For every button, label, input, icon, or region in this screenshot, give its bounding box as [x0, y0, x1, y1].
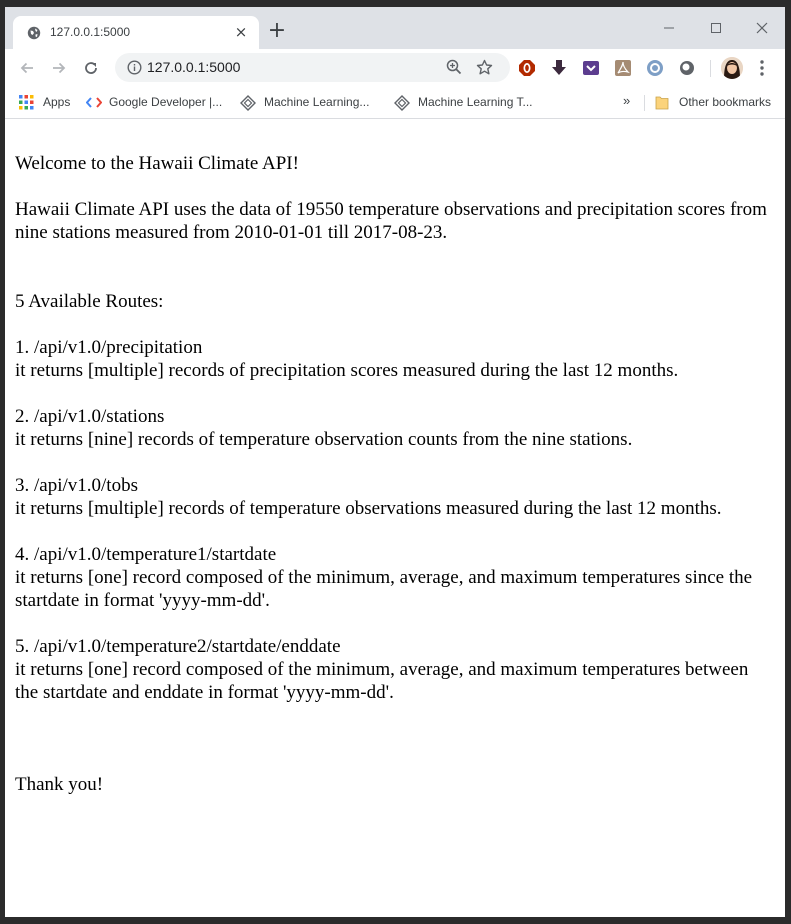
kebab-menu-icon[interactable]: [759, 59, 765, 77]
toolbar-divider: [710, 60, 711, 77]
minimize-button[interactable]: [646, 13, 692, 43]
new-tab-button[interactable]: +: [267, 20, 287, 42]
route-description: it returns [nine] records of temperature…: [15, 429, 633, 450]
profile-avatar[interactable]: [721, 57, 743, 79]
adblock-extension-icon[interactable]: [518, 59, 536, 77]
maximize-icon: [711, 23, 721, 33]
thank-you-text: Thank you!: [15, 774, 104, 795]
route-path: 5. /api/v1.0/temperature2/startdate/endd…: [15, 636, 341, 657]
forward-arrow-icon[interactable]: [49, 58, 69, 78]
route-path: 4. /api/v1.0/temperature1/startdate: [15, 544, 277, 565]
diamond-logo-icon: [240, 95, 256, 111]
bookmarks-divider: [644, 95, 645, 111]
intro-paragraph: Hawaii Climate API uses the data of 1955…: [15, 199, 767, 243]
routes-heading: 5 Available Routes:: [15, 291, 164, 312]
route-path: 2. /api/v1.0/stations: [15, 406, 165, 427]
close-window-button[interactable]: [739, 13, 785, 43]
reload-icon[interactable]: [81, 58, 101, 78]
route-description: it returns [multiple] records of tempera…: [15, 498, 722, 519]
address-bar[interactable]: 127.0.0.1:5000: [115, 53, 510, 82]
route-path: 3. /api/v1.0/tobs: [15, 475, 138, 496]
theme-extension-icon[interactable]: [646, 59, 664, 77]
route-path: 1. /api/v1.0/precipitation: [15, 337, 203, 358]
apps-grid-icon: [19, 95, 34, 110]
route-description: it returns [multiple] records of precipi…: [15, 360, 679, 381]
tab-title: 127.0.0.1:5000: [50, 25, 131, 39]
route-description: it returns [one] record composed of the …: [15, 567, 753, 611]
browser-toolbar: 127.0.0.1:5000: [5, 49, 785, 87]
download-extension-icon[interactable]: [550, 59, 568, 77]
info-icon[interactable]: [127, 60, 142, 75]
maximize-button[interactable]: [693, 13, 739, 43]
bookmark-star-icon[interactable]: [476, 59, 493, 76]
avatar-icon: [721, 57, 743, 79]
pocket-extension-icon[interactable]: [582, 59, 600, 77]
bookmark-label: Google Developer |...: [109, 95, 223, 109]
bookmarks-overflow-button[interactable]: »: [623, 93, 630, 108]
browser-tab[interactable]: 127.0.0.1:5000 ×: [13, 16, 259, 49]
close-tab-icon[interactable]: ×: [233, 24, 249, 40]
bookmark-label: Other bookmarks: [679, 95, 772, 109]
bookmark-label: Apps: [43, 95, 71, 109]
browser-window: 127.0.0.1:5000 × + 127.0.0.1:5000 Apps G…: [5, 7, 785, 917]
zoom-icon[interactable]: [446, 59, 462, 75]
diamond-logo-icon: [394, 95, 410, 111]
minimize-icon: [664, 27, 674, 29]
page-content: Welcome to the Hawaii Climate API! Hawai…: [5, 119, 785, 917]
code-brackets-icon: [86, 97, 102, 108]
tab-strip: 127.0.0.1:5000 × +: [5, 7, 785, 49]
back-arrow-icon[interactable]: [17, 58, 37, 78]
bookmark-label: Machine Learning...: [264, 95, 370, 109]
bookmark-label: Machine Learning T...: [418, 95, 533, 109]
route-description: it returns [one] record composed of the …: [15, 659, 749, 703]
globe-icon: [27, 26, 41, 40]
close-window-icon: [756, 22, 768, 34]
bookmarks-bar: Apps Google Developer |... Machine Learn…: [5, 87, 785, 119]
welcome-heading: Welcome to the Hawaii Climate API!: [15, 153, 299, 174]
pdf-extension-icon[interactable]: [614, 59, 632, 77]
url-text[interactable]: 127.0.0.1:5000: [147, 59, 240, 75]
folder-icon: [655, 96, 669, 110]
record-extension-icon[interactable]: [678, 59, 696, 77]
